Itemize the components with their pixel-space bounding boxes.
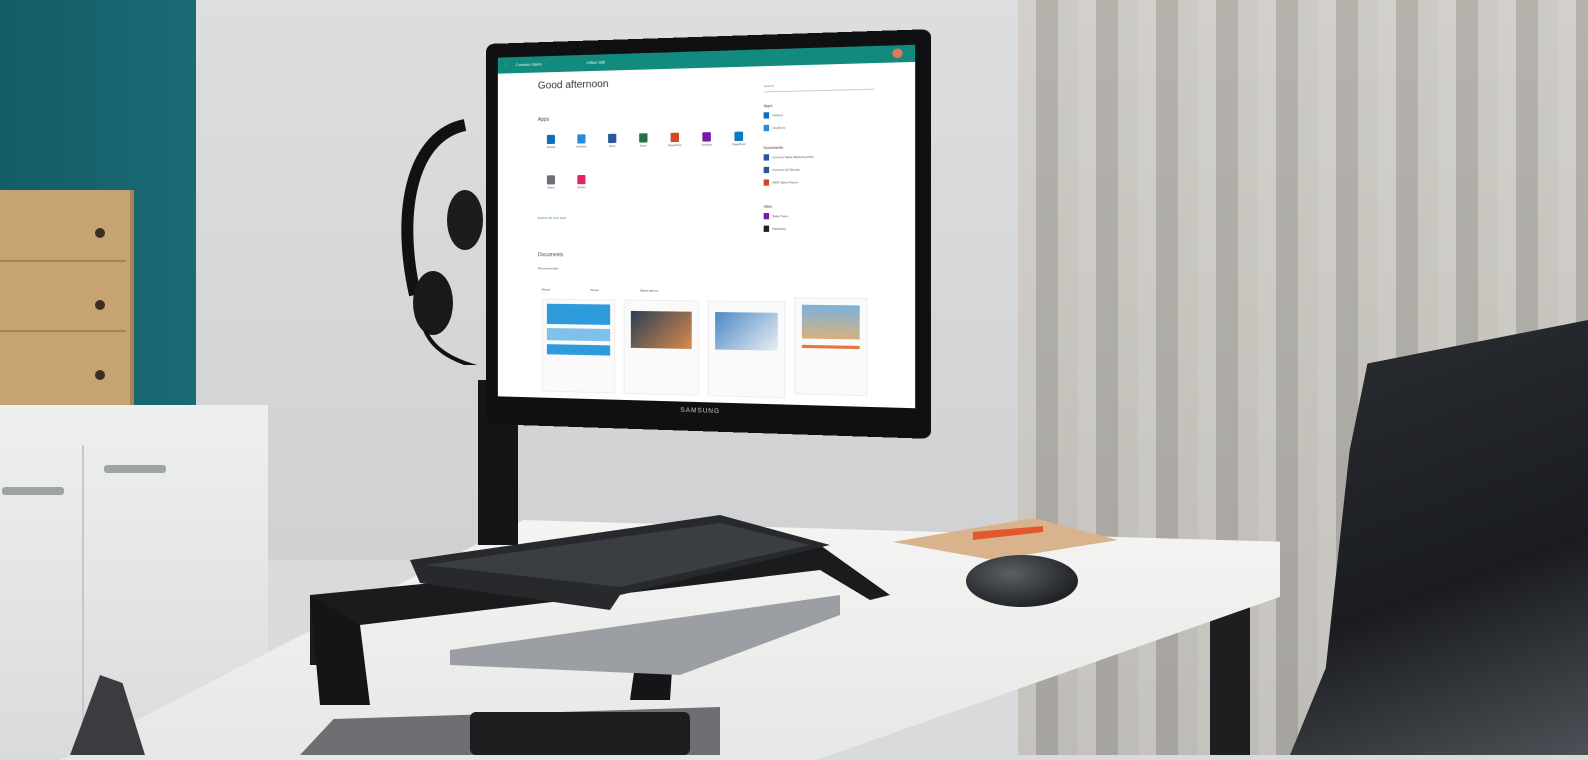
recommended-label: Recommended — [537, 266, 559, 271]
doc-tabs: Recent Pinned Shared with me — [542, 289, 658, 293]
rail-item-label: OneDrive — [772, 125, 786, 131]
app-tile-sharepoint[interactable]: SharePoint — [725, 129, 753, 157]
rail-item[interactable]: OneDrive — [763, 123, 875, 132]
cardboard-drawers — [0, 190, 134, 412]
word-icon — [608, 133, 617, 144]
wireless-mouse — [966, 555, 1078, 607]
app-label: Excel — [640, 144, 647, 148]
outlook-icon — [546, 134, 555, 145]
powerpoint-icon — [670, 132, 680, 143]
app-tile-outlook[interactable]: Outlook — [538, 133, 564, 160]
headphones — [401, 119, 483, 365]
doc-card[interactable] — [707, 300, 786, 399]
app-tile-teams[interactable]: Teams — [538, 173, 564, 200]
mic-boom — [423, 329, 478, 365]
rail-item[interactable]: Contoso Q3 Results — [763, 166, 875, 174]
ear-cup — [413, 271, 453, 335]
word-icon — [763, 166, 770, 174]
rail-item-label: Sales Team — [772, 213, 789, 219]
app-topbar: ⋮ Contoso Sales Office 365 — [497, 44, 916, 74]
tab-shared[interactable]: Shared with me — [640, 289, 658, 292]
doc-card[interactable] — [541, 298, 616, 394]
monitor-stand-with-keyboard — [310, 515, 890, 705]
app-label: Stream — [577, 186, 586, 190]
outlook-icon — [763, 112, 770, 119]
notebook-cover — [893, 518, 1118, 560]
stream-icon — [577, 174, 586, 185]
documents-heading: Documents — [537, 252, 564, 259]
site-icon — [763, 225, 770, 232]
app-tile-onenote[interactable]: OneNote — [693, 130, 721, 157]
apps-heading: Apps — [537, 116, 550, 123]
explore-apps-link[interactable]: Explore all your apps — [538, 216, 566, 220]
app-label: SharePoint — [732, 143, 746, 147]
app-label: Word — [609, 145, 616, 149]
rail-item[interactable]: Sales Team — [763, 213, 875, 220]
notebook — [893, 518, 1118, 560]
monitor-screen: ⋮ Contoso Sales Office 365 Good afternoo… — [497, 44, 916, 409]
app-label: PowerPoint — [668, 144, 682, 148]
rail-item-label: Outlook — [772, 112, 783, 118]
rail-item[interactable]: Marketing — [763, 225, 875, 232]
app-name[interactable]: Contoso Sales — [516, 61, 542, 67]
app-tile-onedrive[interactable]: OneDrive — [568, 132, 595, 159]
teams-icon — [546, 175, 555, 185]
apps-grid: Outlook OneDrive Word Excel PowerPoint OneNot… — [538, 129, 757, 190]
rail-item-label: Contoso Sales Marketing Plan — [772, 154, 814, 160]
tab-pinned[interactable]: Pinned — [591, 289, 599, 292]
powerpoint-icon — [763, 179, 770, 186]
app-label: Outlook — [546, 145, 556, 150]
excel-icon — [639, 133, 648, 143]
app-tile-stream[interactable]: Stream — [568, 173, 595, 200]
tab-recent[interactable]: Recent — [542, 289, 550, 292]
avatar[interactable] — [892, 48, 903, 59]
rail-sites-head: Sites — [763, 204, 773, 209]
rail-item-label: WDP Sales Report — [772, 180, 798, 185]
rail-docs-head: Documents — [763, 145, 783, 151]
right-rail: Apps Outlook OneDrive Documents Contoso … — [763, 102, 875, 232]
app-tile-word[interactable]: Word — [599, 132, 626, 159]
search-input[interactable]: Search — [763, 78, 875, 93]
sharepoint-icon — [734, 131, 744, 142]
app-label: Teams — [547, 186, 555, 190]
monitor-mount — [447, 190, 483, 250]
site-icon — [763, 213, 770, 220]
onedrive-icon — [577, 134, 586, 144]
app-label: OneNote — [701, 143, 712, 147]
rail-apps-head: Apps — [763, 103, 773, 109]
app-label: OneDrive — [576, 145, 587, 149]
topbar-section[interactable]: Office 365 — [587, 59, 606, 65]
app-tile-excel[interactable]: Excel — [630, 131, 657, 158]
greeting: Good afternoon — [537, 78, 609, 92]
rail-item-label: Marketing — [772, 226, 786, 231]
doc-card[interactable] — [623, 299, 700, 396]
rail-item[interactable]: WDP Sales Report — [763, 178, 875, 186]
word-icon — [763, 154, 770, 161]
rail-item-label: Contoso Q3 Results — [772, 167, 800, 173]
smartphone — [470, 712, 690, 755]
rail-item[interactable]: Contoso Sales Marketing Plan — [763, 153, 875, 161]
rail-item[interactable]: Outlook — [763, 110, 875, 119]
onedrive-icon — [763, 124, 770, 132]
monitor: ⋮ Contoso Sales Office 365 Good afternoo… — [486, 29, 932, 439]
doc-card[interactable] — [794, 297, 868, 397]
onenote-icon — [702, 132, 711, 142]
app-tile-powerpoint[interactable]: PowerPoint — [661, 130, 688, 157]
waffle-icon[interactable]: ⋮ — [504, 62, 508, 67]
